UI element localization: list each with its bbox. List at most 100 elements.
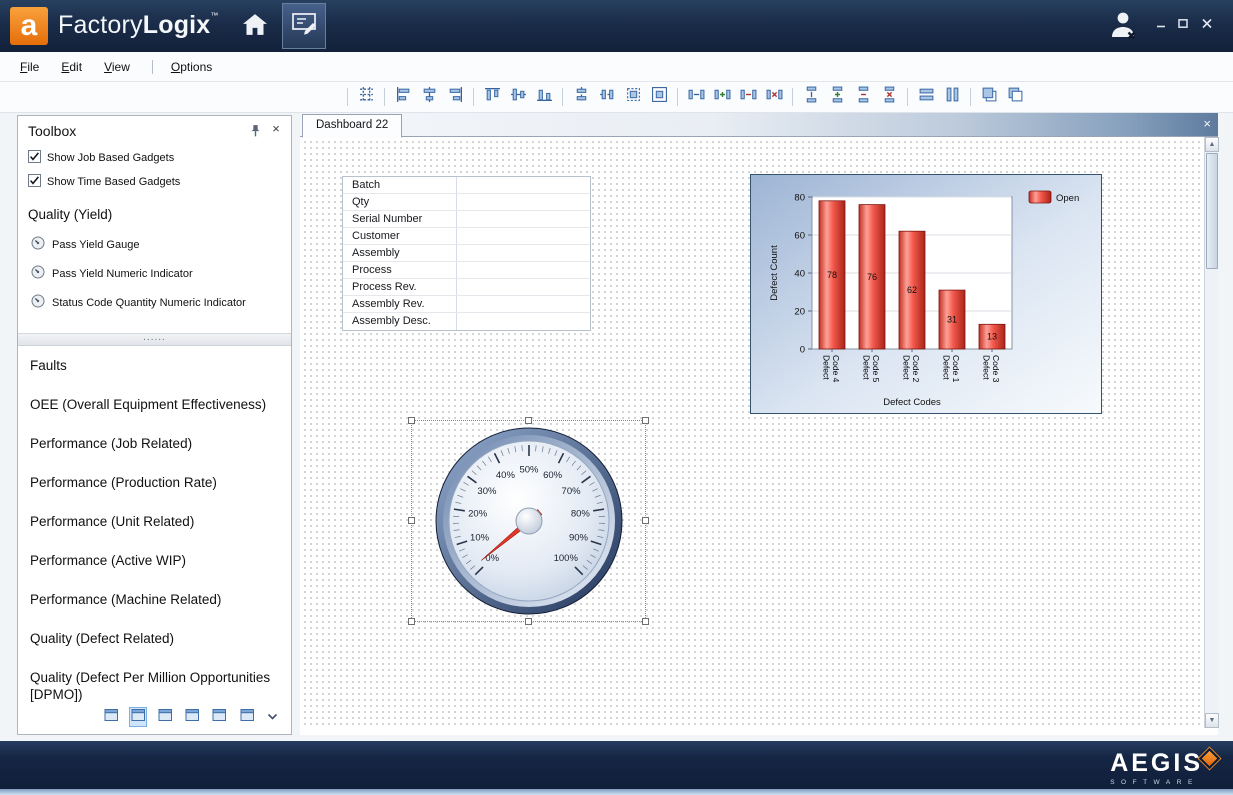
align-center-horizontal-button[interactable]	[418, 87, 440, 108]
maximize-button[interactable]	[1173, 17, 1193, 33]
layout-preset-button-3[interactable]	[156, 707, 174, 727]
gadget-item-pass-yield-numeric-indicator[interactable]: Pass Yield Numeric Indicator	[18, 259, 291, 288]
window-icon	[212, 708, 227, 727]
home-button[interactable]	[236, 9, 274, 45]
category-performance-unit-related-[interactable]: Performance (Unit Related)	[18, 502, 291, 541]
layout-preset-button-4[interactable]	[184, 707, 202, 727]
dashboard-canvas[interactable]: BatchQtySerial NumberCustomerAssemblyPro…	[300, 137, 1204, 728]
remove-vertical-spacing-icon	[881, 86, 898, 108]
center-vertically-button[interactable]	[596, 87, 618, 108]
layout-preset-button-1[interactable]	[102, 707, 120, 727]
toolbox-close-icon[interactable]: ×	[269, 121, 283, 136]
application-window: a FactoryLogix™	[0, 0, 1233, 795]
remove-vertical-spacing-button[interactable]	[878, 87, 900, 108]
pass-yield-gauge-gadget[interactable]: 0%10%20%30%40%50%60%70%80%90%100%	[412, 421, 645, 621]
make-same-height-button[interactable]	[941, 87, 963, 108]
table-row: Batch	[343, 177, 590, 194]
decrease-horizontal-spacing-button[interactable]	[737, 87, 759, 108]
increase-vertical-spacing-button[interactable]	[826, 87, 848, 108]
snap-size-to-grid-button[interactable]	[622, 87, 644, 108]
svg-text:Code 1: Code 1	[951, 355, 961, 383]
checkbox-icon[interactable]	[28, 174, 41, 190]
align-top-button[interactable]	[481, 87, 503, 108]
category-performance-machine-related-[interactable]: Performance (Machine Related)	[18, 580, 291, 619]
resize-handle-top-right[interactable]	[642, 417, 649, 424]
make-vertical-spacing-equal-button[interactable]	[800, 87, 822, 108]
scrollbar-thumb[interactable]	[1206, 153, 1218, 269]
center-vertically-icon	[599, 86, 616, 108]
align-bottom-button[interactable]	[533, 87, 555, 108]
toolbox-overflow-chevron[interactable]	[265, 709, 279, 725]
snap-to-grid-button[interactable]	[355, 87, 377, 108]
toolbox-splitter[interactable]: ......	[18, 333, 291, 346]
vertical-scrollbar[interactable]: ▲ ▼	[1204, 137, 1218, 728]
menu-edit[interactable]: Edit	[61, 60, 82, 74]
checkbox-icon[interactable]	[28, 150, 41, 166]
center-in-form-button[interactable]	[648, 87, 670, 108]
layout-preset-button-5[interactable]	[211, 707, 229, 727]
dashboard-designer-button-active[interactable]	[282, 3, 326, 49]
decrease-vertical-spacing-button[interactable]	[852, 87, 874, 108]
align-middle-vertical-button[interactable]	[507, 87, 529, 108]
gadget-item-pass-yield-gauge[interactable]: Pass Yield Gauge	[18, 230, 291, 259]
make-same-width-button[interactable]	[915, 87, 937, 108]
svg-text:Defect Codes: Defect Codes	[883, 397, 941, 408]
defect-count-chart-gadget[interactable]: 02040608078DefectCode 476DefectCode 562D…	[750, 174, 1102, 414]
layout-preset-button-6[interactable]	[238, 707, 256, 727]
increase-horizontal-spacing-button[interactable]	[711, 87, 733, 108]
tab-dashboard-22[interactable]: Dashboard 22	[302, 114, 402, 138]
category-performance-production-rate-[interactable]: Performance (Production Rate)	[18, 463, 291, 502]
gadget-item-label: Status Code Quantity Numeric Indicator	[52, 297, 246, 309]
align-top-icon	[484, 86, 501, 108]
svg-text:80: 80	[794, 193, 805, 204]
table-row-label: Batch	[343, 177, 457, 193]
checkbox-row-1[interactable]: Show Time Based Gadgets	[18, 170, 291, 194]
menu-file[interactable]: File	[20, 60, 39, 74]
bring-to-front-button[interactable]	[978, 87, 1000, 108]
resize-handle-middle-left[interactable]	[408, 517, 415, 524]
app-brand: FactoryLogix™	[58, 11, 219, 40]
resize-handle-bottom-left[interactable]	[408, 618, 415, 625]
toolbar-separator	[792, 88, 793, 106]
svg-text:Defect: Defect	[902, 355, 912, 380]
send-to-back-button[interactable]	[1004, 87, 1026, 108]
pin-icon[interactable]	[249, 124, 263, 138]
category-oee-overall-equipment-effectiveness-[interactable]: OEE (Overall Equipment Effectiveness)	[18, 385, 291, 424]
align-left-button[interactable]	[392, 87, 414, 108]
menu-view[interactable]: View	[104, 60, 130, 74]
menu-options[interactable]: Options	[171, 60, 212, 74]
center-horizontally-button[interactable]	[570, 87, 592, 108]
close-icon	[1201, 16, 1213, 34]
make-horizontal-spacing-equal-button[interactable]	[685, 87, 707, 108]
job-info-table-gadget[interactable]: BatchQtySerial NumberCustomerAssemblyPro…	[342, 176, 591, 331]
minimize-button[interactable]	[1151, 17, 1171, 33]
category-faults[interactable]: Faults	[18, 346, 291, 385]
resize-handle-top-left[interactable]	[408, 417, 415, 424]
checkbox-label: Show Job Based Gadgets	[47, 152, 174, 164]
svg-text:20%: 20%	[468, 508, 488, 519]
toolbar-separator	[562, 88, 563, 106]
checkbox-row-0[interactable]: Show Job Based Gadgets	[18, 146, 291, 170]
remove-horizontal-spacing-button[interactable]	[763, 87, 785, 108]
table-row: Qty	[343, 194, 590, 211]
resize-handle-top-middle[interactable]	[525, 417, 532, 424]
category-performance-job-related-[interactable]: Performance (Job Related)	[18, 424, 291, 463]
align-middle-vertical-icon	[510, 86, 527, 108]
sign-out-user-button[interactable]	[1107, 8, 1141, 44]
align-right-button[interactable]	[444, 87, 466, 108]
tab-close-icon[interactable]: ×	[1203, 116, 1211, 131]
category-performance-active-wip-[interactable]: Performance (Active WIP)	[18, 541, 291, 580]
category-quality-defect-related-[interactable]: Quality (Defect Related)	[18, 619, 291, 658]
resize-handle-bottom-right[interactable]	[642, 618, 649, 625]
window-icon	[240, 708, 255, 727]
resize-handle-middle-right[interactable]	[642, 517, 649, 524]
table-row-label: Qty	[343, 194, 457, 210]
close-button[interactable]	[1197, 17, 1217, 33]
table-row: Serial Number	[343, 211, 590, 228]
layout-preset-button-2[interactable]	[129, 707, 147, 727]
resize-handle-bottom-middle[interactable]	[525, 618, 532, 625]
scroll-down-arrow-icon[interactable]: ▼	[1205, 713, 1219, 728]
section-quality-yield[interactable]: Quality (Yield)	[18, 194, 291, 230]
scroll-up-arrow-icon[interactable]: ▲	[1205, 137, 1219, 152]
gadget-item-status-code-quantity-numeric-indicator[interactable]: Status Code Quantity Numeric Indicator	[18, 288, 291, 317]
